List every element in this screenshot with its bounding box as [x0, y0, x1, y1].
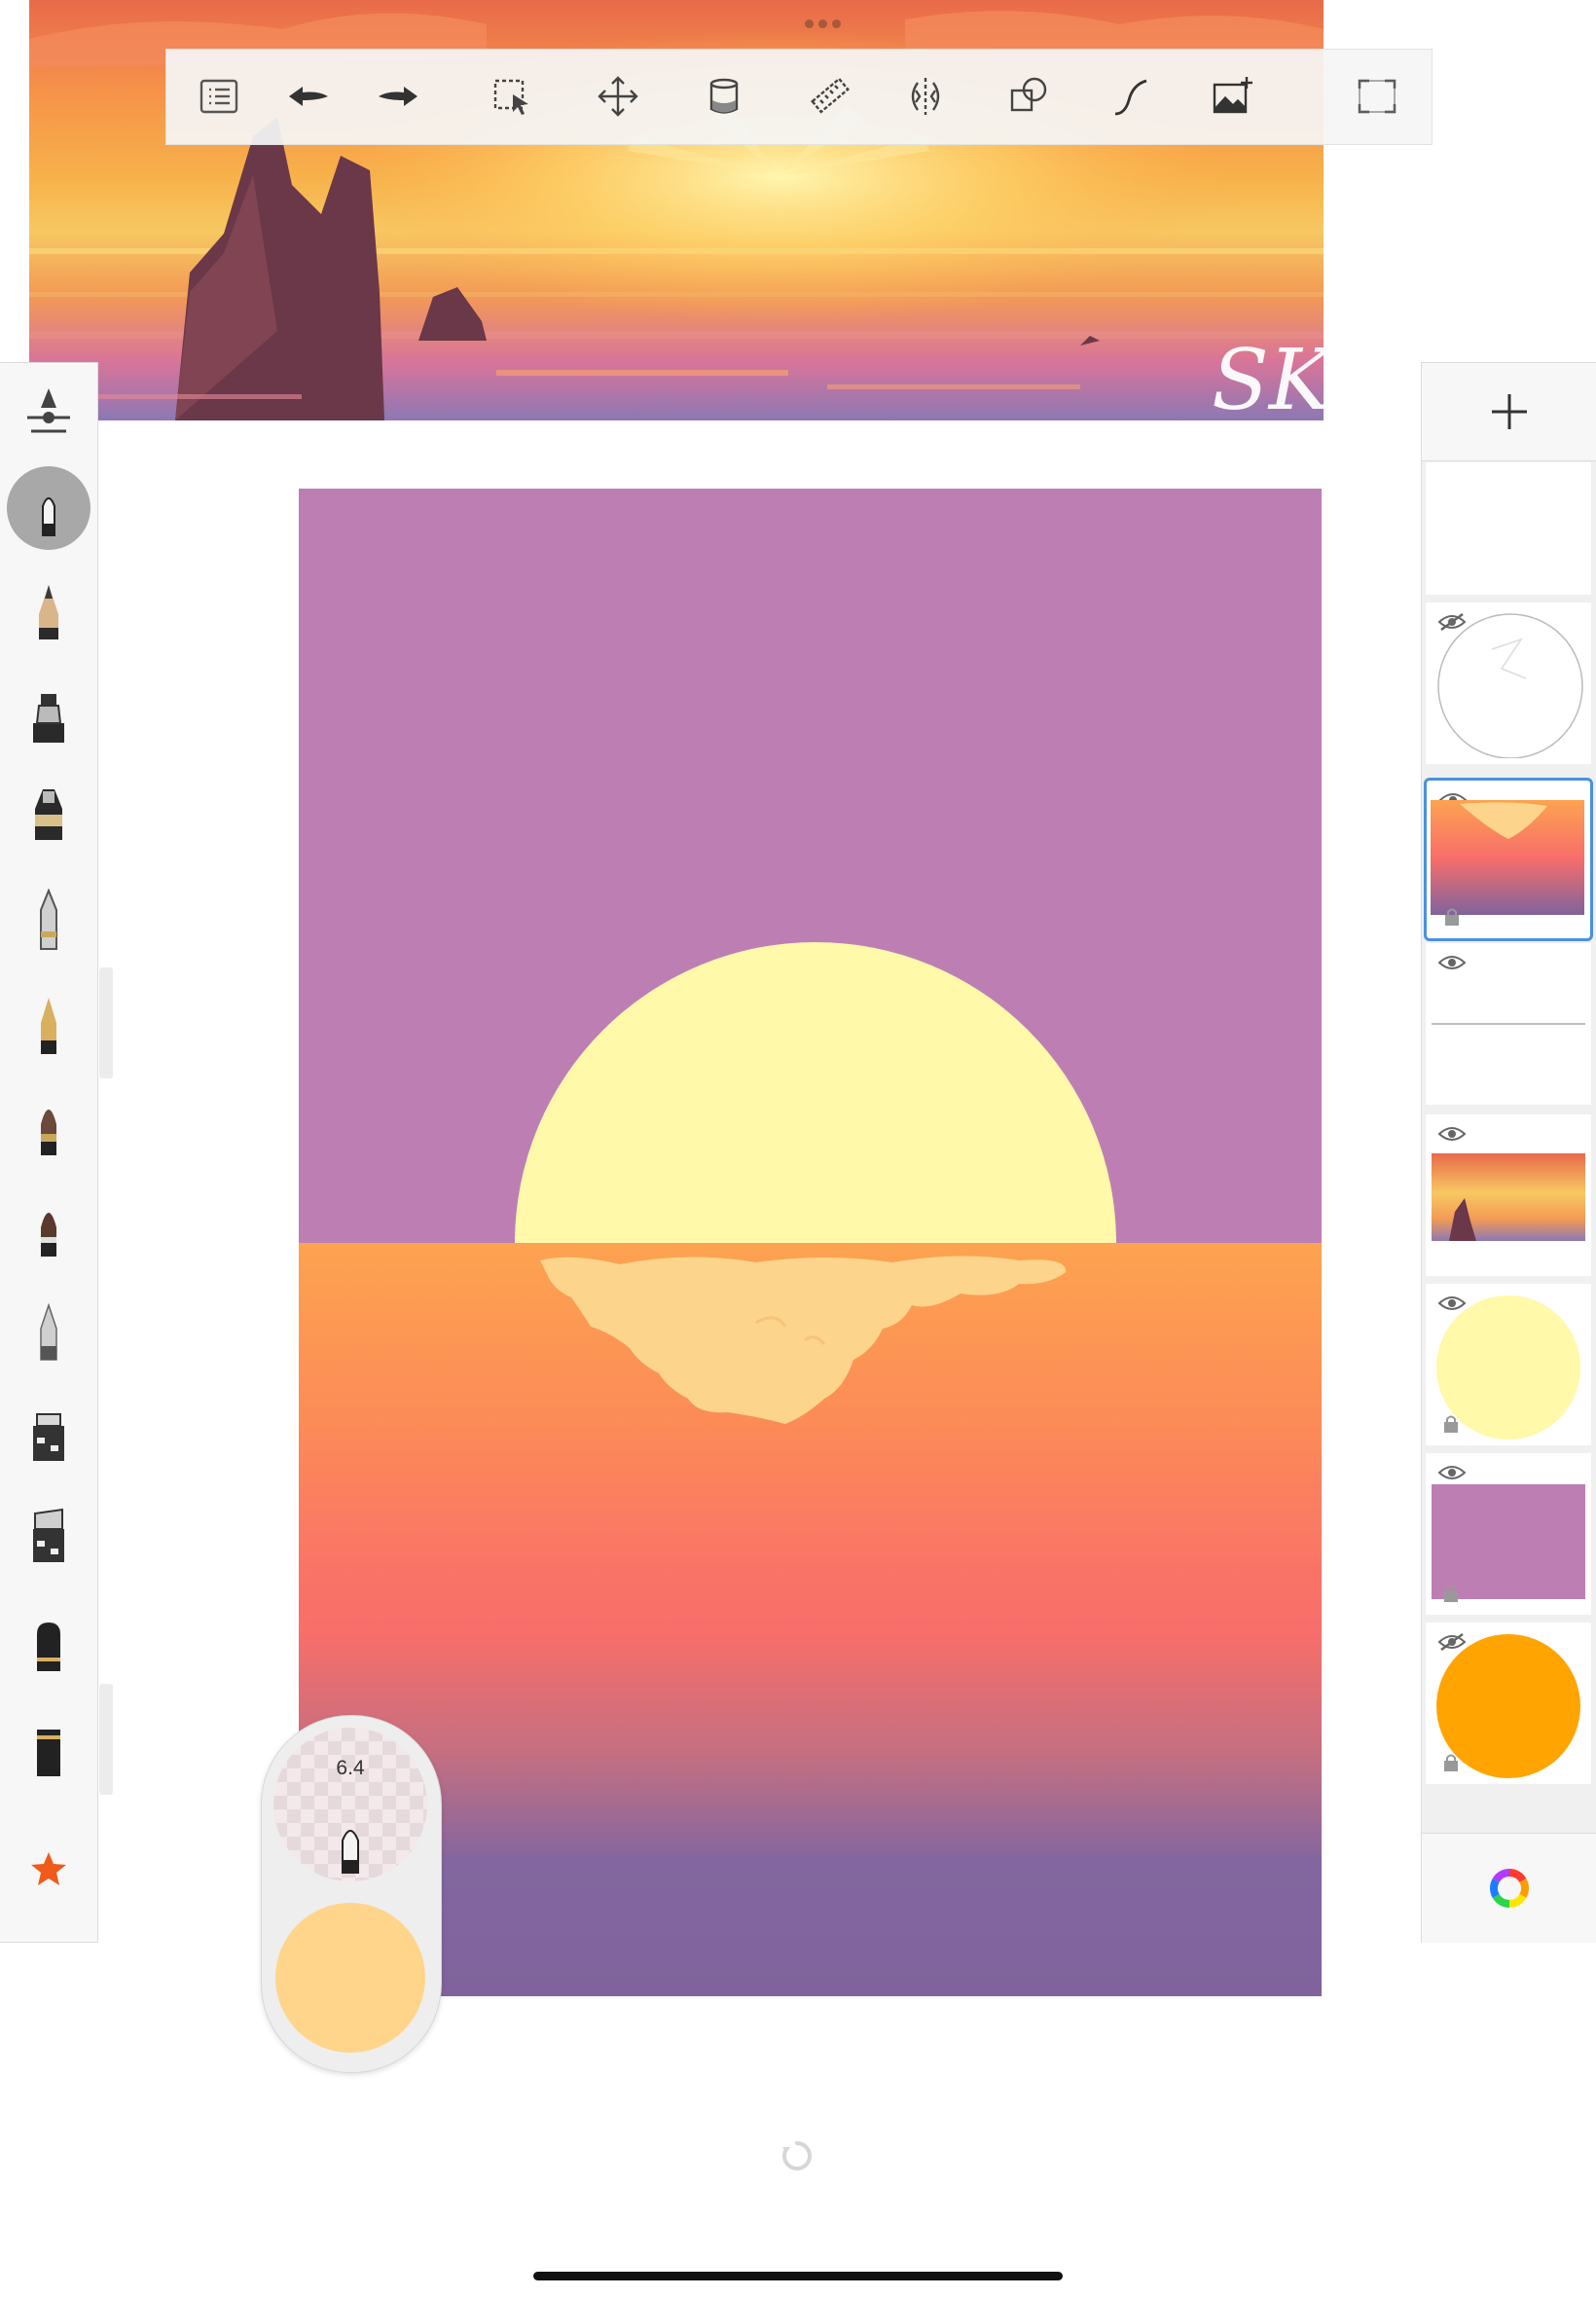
- palette-resize-handle[interactable]: [99, 1684, 113, 1795]
- current-color-puck[interactable]: [275, 1903, 425, 2053]
- marker-icon[interactable]: [18, 684, 80, 747]
- paintbrush-icon[interactable]: [18, 1095, 80, 1157]
- lock-icon[interactable]: [1443, 1584, 1459, 1603]
- plus-icon: [1492, 394, 1527, 429]
- airbrush-icon: [342, 1830, 359, 1874]
- lock-icon[interactable]: [1443, 1414, 1459, 1434]
- layer-thumbnail: [1437, 613, 1583, 758]
- color-wheel-icon: [1490, 1869, 1529, 1908]
- home-indicator[interactable]: [533, 2272, 1063, 2280]
- curve-icon[interactable]: [1104, 69, 1158, 124]
- top-toolbar: [165, 49, 1433, 145]
- sun-reflection: [540, 1256, 1067, 1424]
- fountain-pen-icon[interactable]: [18, 994, 80, 1056]
- round-brush-icon[interactable]: [18, 1196, 80, 1258]
- loading-spinner-icon: [782, 2141, 812, 2170]
- layer-reference-photo[interactable]: [1426, 1114, 1591, 1276]
- layer-sky[interactable]: [1426, 1453, 1591, 1615]
- redo-icon[interactable]: [371, 69, 425, 124]
- add-image-icon[interactable]: [1206, 69, 1260, 124]
- shapes-icon[interactable]: [1001, 69, 1056, 124]
- brush-settings-icon[interactable]: [18, 383, 80, 445]
- airbrush-icon[interactable]: [7, 466, 91, 550]
- lock-icon[interactable]: [1443, 1753, 1459, 1772]
- eye-icon[interactable]: [1437, 953, 1467, 972]
- brush-puck: 6.4: [261, 1715, 442, 2073]
- layer-sketch-circle[interactable]: [1426, 602, 1591, 764]
- soft-eraser-icon[interactable]: [18, 1718, 80, 1780]
- layer-top[interactable]: [1426, 462, 1591, 595]
- wide-marker-icon[interactable]: [18, 1504, 80, 1566]
- eye-icon[interactable]: [1437, 1124, 1467, 1144]
- fullscreen-icon[interactable]: [1350, 69, 1404, 124]
- paint-bucket-icon[interactable]: [697, 69, 751, 124]
- brush-palette: [0, 362, 98, 1943]
- layers-panel: [1421, 362, 1596, 1943]
- pencil-icon[interactable]: [18, 581, 80, 643]
- layer-thumbnail: [1432, 1153, 1585, 1241]
- layer-sun[interactable]: [1426, 1284, 1591, 1445]
- layer-thumbnail: [1431, 800, 1584, 915]
- list-icon[interactable]: [192, 69, 246, 124]
- selection-icon[interactable]: [486, 69, 540, 124]
- drawing-canvas[interactable]: [299, 489, 1322, 1996]
- ink-pen-icon[interactable]: [18, 782, 80, 844]
- ruler-icon[interactable]: [803, 69, 857, 124]
- move-icon[interactable]: [591, 69, 645, 124]
- layer-horizon-line[interactable]: [1426, 943, 1591, 1105]
- layer-thumbnail: [1432, 1484, 1585, 1599]
- blender-icon[interactable]: [18, 1299, 80, 1362]
- chisel-marker-icon[interactable]: [18, 1403, 80, 1465]
- layer-orange-circle[interactable]: [1426, 1622, 1591, 1784]
- add-layer-button[interactable]: [1422, 363, 1596, 461]
- signature: SK: [1212, 332, 1324, 420]
- layer-thumbnail: [1432, 1023, 1585, 1025]
- brush-size-value: 6.4: [336, 1757, 365, 1779]
- undo-icon[interactable]: [281, 69, 336, 124]
- ballpoint-icon[interactable]: [18, 889, 80, 951]
- eye-icon[interactable]: [1437, 1463, 1467, 1482]
- favorites-star-icon[interactable]: [18, 1837, 80, 1899]
- layer-sea-gradient[interactable]: [1424, 778, 1593, 941]
- eraser-icon[interactable]: [18, 1613, 80, 1675]
- more-dots-icon[interactable]: [805, 16, 848, 28]
- brush-size-opacity-puck[interactable]: 6.4: [273, 1728, 427, 1881]
- symmetry-icon[interactable]: [898, 69, 953, 124]
- palette-resize-handle[interactable]: [99, 967, 113, 1078]
- lock-icon[interactable]: [1444, 907, 1460, 927]
- color-wheel-button[interactable]: [1422, 1833, 1596, 1943]
